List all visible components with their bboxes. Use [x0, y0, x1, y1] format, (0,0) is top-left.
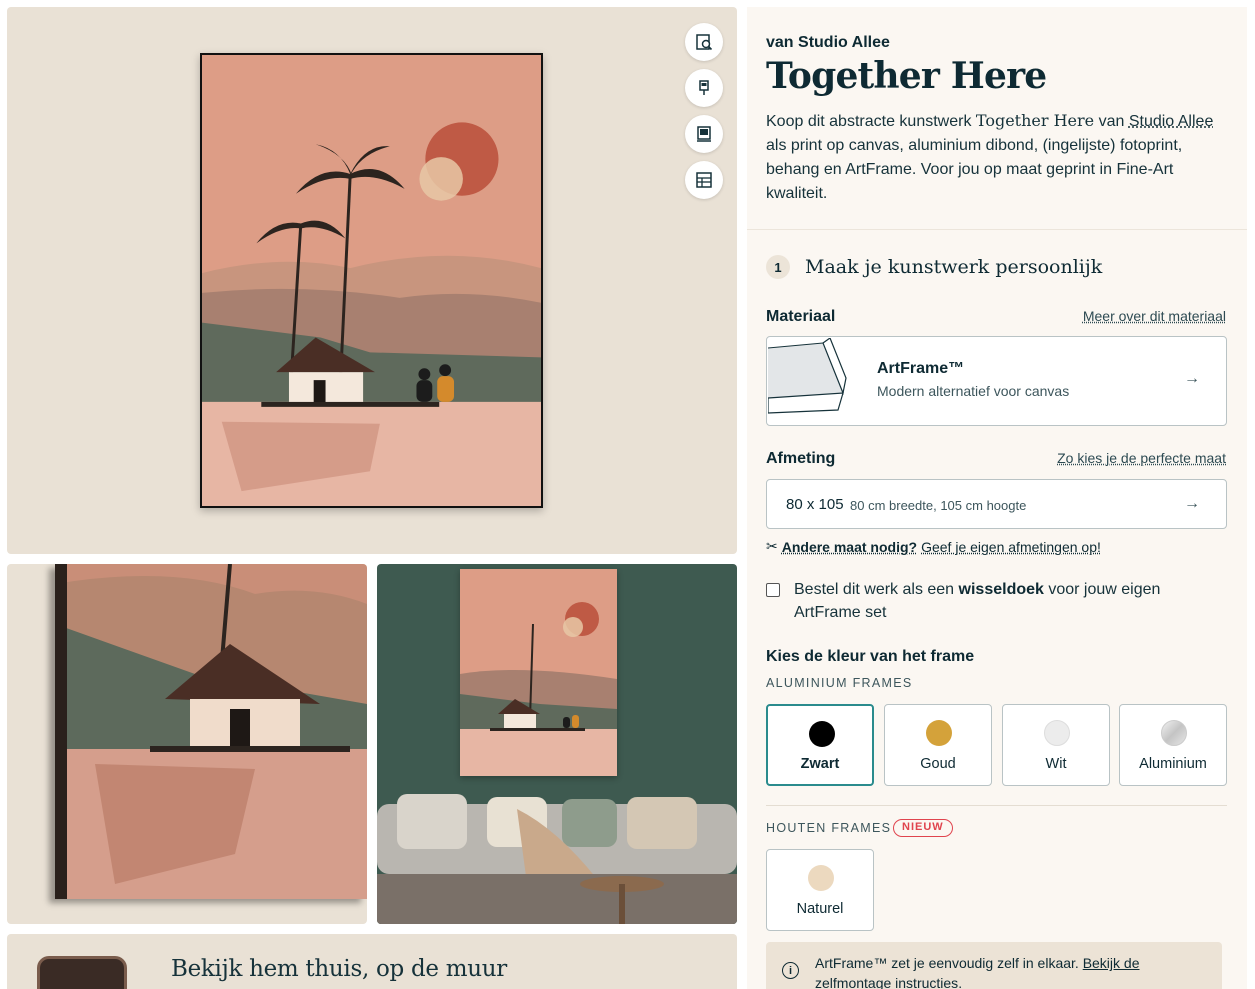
frame-preview-button[interactable]	[685, 115, 723, 153]
wood-frames-caption: HOUTEN FRAMES	[766, 821, 891, 835]
product-title: Together Here	[766, 55, 1046, 97]
wall-preview-icon	[695, 79, 713, 97]
artist-link[interactable]: Studio Allee	[1129, 113, 1214, 130]
arrow-right-icon: →	[1184, 495, 1200, 513]
zoom-preview-button[interactable]	[685, 23, 723, 61]
material-subtitle: Modern alternatief voor canvas	[877, 383, 1069, 399]
material-label-row: Materiaal Meer over dit materiaal	[766, 308, 1226, 326]
product-description: Koop dit abstracte kunstwerk Together He…	[766, 109, 1226, 206]
color-swatch	[809, 721, 835, 747]
product-header: van Studio Allee Together Here Koop dit …	[747, 7, 1247, 230]
artwork-image[interactable]	[200, 53, 543, 508]
color-swatch	[1161, 720, 1187, 746]
assembly-info-box: i ArtFrame™ zet je eenvoudig zelf in elk…	[766, 942, 1222, 989]
swap-canvas-option: Bestel dit werk als een wisseldoek voor …	[766, 578, 1226, 624]
thumbnail-canvas-detail[interactable]	[7, 564, 367, 924]
artist-line: van Studio Allee	[766, 34, 890, 52]
canvas-edge	[55, 564, 67, 899]
color-swatch	[1044, 720, 1070, 746]
artwork-illustration	[202, 55, 541, 506]
home-preview-panel[interactable]: Bekijk hem thuis, op de muur	[7, 934, 737, 989]
swap-canvas-checkbox[interactable]	[766, 583, 780, 597]
info-icon: i	[782, 962, 799, 979]
divider	[766, 805, 1227, 806]
material-selector[interactable]: ArtFrame™ Modern alternatief voor canvas…	[766, 336, 1227, 426]
frame-option-aluminium[interactable]: Aluminium	[1119, 704, 1227, 786]
frame-option-naturel[interactable]: Naturel	[766, 849, 874, 931]
custom-size-question: Andere maat nodig?	[782, 539, 917, 555]
size-help-link[interactable]: Zo kies je de perfecte maat	[1057, 450, 1226, 466]
canvas-detail-image	[55, 564, 367, 899]
frame-color-label: Kies de kleur van het frame	[766, 648, 974, 666]
home-preview-title: Bekijk hem thuis, op de muur	[171, 956, 507, 982]
zoom-preview-icon	[695, 33, 713, 51]
frame-option-label: Wit	[1003, 756, 1109, 772]
color-swatch	[808, 865, 834, 891]
frame-option-zwart[interactable]: Zwart	[766, 704, 874, 786]
swap-canvas-label[interactable]: Bestel dit werk als een wisseldoek voor …	[794, 578, 1226, 624]
details-icon	[695, 171, 713, 189]
artframe-icon	[768, 338, 858, 424]
arrow-right-icon: →	[1184, 370, 1200, 388]
phone-icon	[37, 956, 127, 989]
step-heading: 1 Maak je kunstwerk persoonlijk	[766, 255, 1102, 279]
details-button[interactable]	[685, 161, 723, 199]
scissors-icon: ✂	[766, 538, 778, 555]
custom-size-link[interactable]: ✂ Andere maat nodig? Geef je eigen afmet…	[766, 538, 1101, 555]
product-configurator: van Studio Allee Together Here Koop dit …	[747, 7, 1247, 989]
aluminium-frames-caption: ALUMINIUM FRAMES	[766, 676, 913, 690]
frame-preview-icon	[695, 125, 713, 143]
step-title: Maak je kunstwerk persoonlijk	[805, 256, 1102, 278]
frame-option-label: Zwart	[768, 756, 872, 772]
sofa-image	[377, 789, 737, 924]
frame-option-label: Goud	[885, 756, 991, 772]
step-number: 1	[766, 255, 790, 279]
size-value: 80 x 105	[786, 496, 844, 513]
room-artwork-image	[460, 569, 617, 776]
assembly-info-text: ArtFrame™ zet je eenvoudig zelf in elkaa…	[815, 953, 1195, 989]
size-label-row: Afmeting Zo kies je de perfecte maat	[766, 450, 1226, 468]
frame-option-label: Aluminium	[1120, 756, 1226, 772]
wall-preview-button[interactable]	[685, 69, 723, 107]
size-selector[interactable]: 80 x 105 80 cm breedte, 105 cm hoogte →	[766, 479, 1227, 529]
custom-size-action: Geef je eigen afmetingen op!	[921, 539, 1101, 555]
frame-option-label: Naturel	[767, 901, 873, 917]
color-swatch	[926, 720, 952, 746]
size-label: Afmeting	[766, 450, 835, 468]
material-info-link[interactable]: Meer over dit materiaal	[1083, 308, 1226, 324]
new-badge: NIEUW	[893, 819, 953, 837]
frame-option-wit[interactable]: Wit	[1002, 704, 1110, 786]
size-detail: 80 cm breedte, 105 cm hoogte	[850, 498, 1026, 513]
material-name: ArtFrame™	[877, 360, 964, 378]
main-artwork-panel[interactable]	[7, 7, 737, 554]
thumbnail-room-view[interactable]	[377, 564, 737, 924]
frame-option-goud[interactable]: Goud	[884, 704, 992, 786]
material-label: Materiaal	[766, 308, 835, 326]
